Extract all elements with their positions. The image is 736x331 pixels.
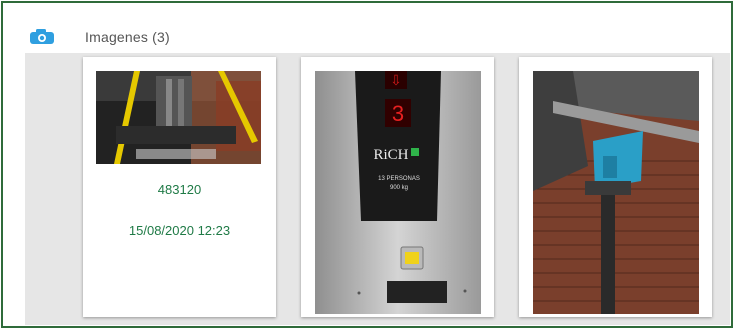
panel-capacity: 13 PERSONAS xyxy=(378,176,420,182)
image-thumbnail[interactable]: ⇩ 3 RiCH 13 PERSONAS 900 kg xyxy=(315,71,481,314)
image-gallery: 483120 15/08/2020 12:23 ⇩ 3 RiCH 13 PERS… xyxy=(25,53,730,325)
images-header: Imagenes (3) xyxy=(3,3,731,51)
camera-icon xyxy=(29,29,55,45)
svg-text:⇩: ⇩ xyxy=(390,72,402,88)
image-thumbnail[interactable] xyxy=(96,71,261,164)
section-title: Imagenes (3) xyxy=(85,29,170,45)
images-panel: Imagenes (3) 483120 15/08/2020 12:23 ⇩ 3… xyxy=(1,1,733,328)
image-datetime: 15/08/2020 12:23 xyxy=(128,223,231,238)
image-card[interactable] xyxy=(519,57,712,317)
image-card[interactable]: 483120 15/08/2020 12:23 xyxy=(83,57,276,317)
image-thumbnail[interactable] xyxy=(533,71,699,314)
image-id: 483120 xyxy=(157,182,202,197)
panel-brand: RiCH xyxy=(373,147,408,163)
image-card[interactable]: ⇩ 3 RiCH 13 PERSONAS 900 kg xyxy=(301,57,494,317)
panel-weight: 900 kg xyxy=(390,185,408,191)
floor-indicator: 3 xyxy=(392,101,404,126)
